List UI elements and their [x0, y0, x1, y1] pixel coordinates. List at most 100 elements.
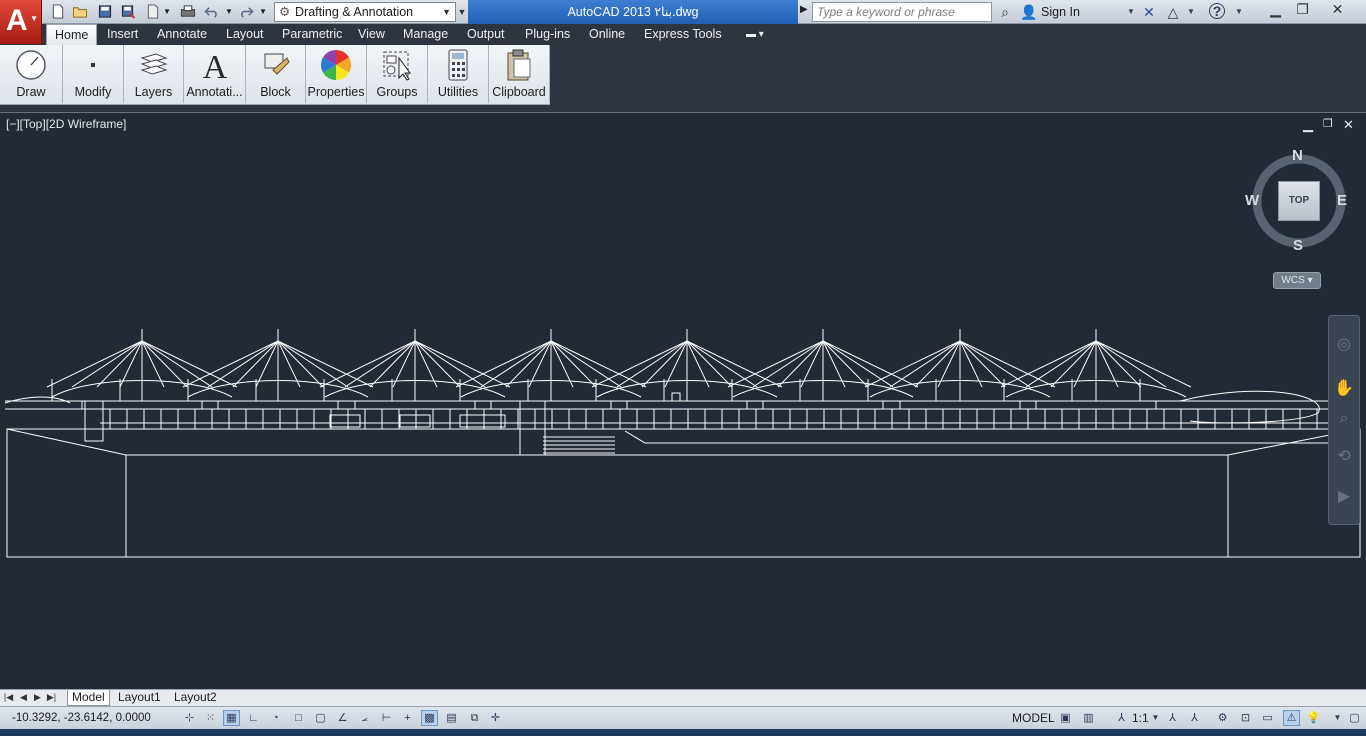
chevron-down-icon[interactable]: ▼: [1182, 3, 1200, 21]
panel-block[interactable]: Block: [246, 45, 306, 103]
coordinate-readout[interactable]: -10.3292, -23.6142, 0.0000: [12, 707, 151, 729]
save-as-icon[interactable]: [120, 4, 136, 19]
lock-ui-icon[interactable]: ⊡: [1237, 710, 1254, 726]
ortho-mode-icon[interactable]: ∟: [245, 710, 262, 726]
viewcube[interactable]: N S E W TOP: [1245, 147, 1354, 257]
binoculars-icon[interactable]: ⌕: [996, 3, 1014, 21]
orbit-icon[interactable]: ⟲: [1333, 446, 1355, 468]
minimize-ribbon-icon[interactable]: ▬ ▾: [746, 24, 764, 45]
panel-utilities[interactable]: Utilities: [428, 45, 489, 103]
search-input[interactable]: Type a keyword or phrase: [812, 2, 992, 22]
tab-annotate[interactable]: Annotate: [157, 24, 207, 45]
auto-scale-icon[interactable]: ⅄: [1186, 710, 1203, 726]
lightbulb-icon[interactable]: 💡: [1305, 710, 1322, 726]
print-icon[interactable]: [180, 4, 196, 19]
dynamic-input-icon[interactable]: ⊢: [378, 710, 395, 726]
help-icon[interactable]: ?: [1209, 3, 1225, 19]
tab-manage[interactable]: Manage: [403, 24, 448, 45]
first-layout-icon[interactable]: |◀: [3, 691, 14, 704]
compass-south[interactable]: S: [1293, 237, 1303, 254]
chevron-down-icon[interactable]: ▼: [1329, 710, 1346, 726]
tab-parametric[interactable]: Parametric: [282, 24, 342, 45]
application-menu-button[interactable]: A ▼: [0, 0, 42, 44]
expand-arrow-icon[interactable]: ▶: [800, 4, 808, 15]
clean-screen-icon[interactable]: ▢: [1346, 710, 1363, 726]
ucs-menu[interactable]: WCS ▾: [1273, 272, 1321, 289]
last-layout-icon[interactable]: ▶|: [46, 691, 57, 704]
next-layout-icon[interactable]: ▶: [32, 691, 43, 704]
grid-display-icon[interactable]: ▦: [223, 710, 240, 726]
drawing-canvas[interactable]: [−][Top][2D Wireframe] ▁ ❐ ✕ N S E W TOP…: [0, 113, 1366, 689]
chevron-down-icon[interactable]: ▼: [1230, 3, 1248, 21]
isolate-objects-icon[interactable]: ⚠: [1283, 710, 1300, 726]
selection-cycling-icon[interactable]: ⧉: [466, 710, 483, 726]
hardware-acceleration-icon[interactable]: ▭: [1259, 710, 1276, 726]
tab-view[interactable]: View: [358, 24, 385, 45]
tab-online[interactable]: Online: [589, 24, 625, 45]
save-icon[interactable]: [97, 4, 113, 19]
compass-east[interactable]: E: [1337, 192, 1347, 209]
viewport-close-icon[interactable]: ✕: [1343, 117, 1354, 133]
polar-tracking-icon[interactable]: ◔: [267, 710, 284, 726]
annotation-visibility-icon[interactable]: ⅄: [1164, 710, 1181, 726]
compass-west[interactable]: W: [1245, 192, 1259, 209]
layout-tab-model[interactable]: Model: [67, 690, 110, 706]
exchange-apps-icon[interactable]: ✕: [1140, 3, 1158, 21]
viewport-restore-icon[interactable]: ❐: [1323, 117, 1333, 130]
open-folder-icon[interactable]: [72, 4, 88, 19]
dynamic-ucs-icon[interactable]: ⦟: [356, 710, 373, 726]
tab-layout[interactable]: Layout: [226, 24, 264, 45]
redo-icon[interactable]: [238, 4, 254, 19]
autodesk-360-icon[interactable]: △: [1164, 3, 1182, 21]
object-snap-tracking-icon[interactable]: ∠: [334, 710, 351, 726]
chevron-down-icon[interactable]: ▼: [259, 4, 275, 19]
snap-mode-icon[interactable]: ⁙: [202, 710, 219, 726]
quick-properties-icon[interactable]: ▤: [443, 710, 460, 726]
tab-home[interactable]: Home: [46, 24, 98, 45]
new-file-icon[interactable]: [50, 4, 66, 19]
3d-object-snap-icon[interactable]: ▢: [312, 710, 329, 726]
undo-icon[interactable]: [204, 4, 220, 19]
annotation-scale-icon[interactable]: ⅄: [1113, 710, 1130, 726]
workspace-switching-icon[interactable]: ⚙: [1214, 710, 1231, 726]
chevron-down-icon[interactable]: ▼: [1147, 710, 1164, 726]
panel-clipboard[interactable]: Clipboard: [489, 45, 550, 103]
annotation-monitor-icon[interactable]: ✛: [487, 710, 504, 726]
previous-layout-icon[interactable]: ◀: [18, 691, 29, 704]
chevron-down-icon[interactable]: ▼: [163, 4, 179, 19]
layout-tab-layout1[interactable]: Layout1: [114, 690, 165, 706]
tab-express-tools[interactable]: Express Tools: [644, 24, 722, 45]
viewport-minimize-icon[interactable]: ▁: [1303, 117, 1313, 133]
sign-in-link[interactable]: Sign In: [1041, 0, 1080, 24]
minimize-button[interactable]: ▁: [1262, 0, 1289, 20]
tab-insert[interactable]: Insert: [107, 24, 138, 45]
panel-properties[interactable]: Properties: [306, 45, 367, 103]
tab-output[interactable]: Output: [467, 24, 505, 45]
transparency-icon[interactable]: ▩: [421, 710, 438, 726]
compass-north[interactable]: N: [1292, 147, 1303, 164]
tab-plug-ins[interactable]: Plug-ins: [525, 24, 570, 45]
quick-view-layouts-icon[interactable]: ▣: [1057, 710, 1074, 726]
model-space-toggle[interactable]: MODEL: [1012, 707, 1055, 729]
panel-modify[interactable]: Modify: [63, 45, 124, 103]
plot-to-web-icon[interactable]: [145, 4, 161, 19]
viewport-controls-label[interactable]: [−][Top][2D Wireframe]: [6, 117, 126, 131]
layout-tab-layout2[interactable]: Layout2: [170, 690, 221, 706]
restore-button[interactable]: ❐: [1289, 0, 1316, 20]
quick-view-drawings-icon[interactable]: ▥: [1080, 710, 1097, 726]
panel-layers[interactable]: Layers: [124, 45, 184, 103]
showmotion-icon[interactable]: ▶: [1333, 486, 1355, 508]
lineweight-icon[interactable]: +: [399, 710, 416, 726]
panel-annotation[interactable]: A Annotati...: [184, 45, 246, 103]
pan-hand-icon[interactable]: ✋: [1333, 378, 1355, 400]
infer-constraints-icon[interactable]: ⊹: [181, 710, 198, 726]
panel-draw[interactable]: Draw: [0, 45, 63, 103]
close-button[interactable]: ✕: [1324, 0, 1351, 20]
object-snap-icon[interactable]: □: [290, 710, 307, 726]
workspace-selector[interactable]: ⚙ Drafting & Annotation ▼: [274, 2, 456, 22]
chevron-down-icon[interactable]: ▼: [1122, 3, 1140, 21]
steering-wheel-icon[interactable]: ◎: [1333, 334, 1355, 356]
viewcube-top-face[interactable]: TOP: [1278, 181, 1320, 221]
panel-groups[interactable]: Groups: [367, 45, 428, 103]
customize-qat-icon[interactable]: ▼: [456, 2, 468, 22]
